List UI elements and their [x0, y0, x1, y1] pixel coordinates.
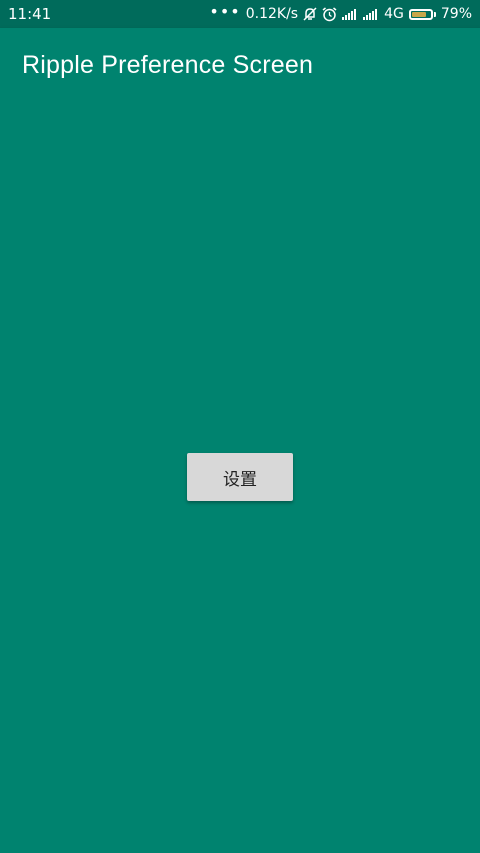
status-time: 11:41 — [8, 5, 52, 23]
battery-fill — [411, 11, 427, 17]
battery-tip — [433, 11, 436, 17]
app-bar: Ripple Preference Screen — [0, 28, 480, 102]
signal-icon — [342, 8, 358, 20]
mute-icon — [303, 7, 317, 21]
status-bar: 11:41 ••• 0.12K/s 4G 79% — [0, 0, 480, 28]
alarm-icon — [322, 6, 337, 22]
battery-body — [408, 8, 433, 20]
notification-dots-icon: ••• — [209, 2, 241, 21]
battery-icon — [408, 8, 436, 20]
page-title: Ripple Preference Screen — [22, 50, 314, 79]
status-icons: ••• 0.12K/s 4G 79% — [209, 2, 472, 23]
network-speed: 0.12K/s — [245, 6, 299, 22]
signal-icon — [363, 8, 379, 20]
battery-percent: 79% — [440, 6, 472, 22]
settings-button[interactable]: 设置 — [187, 453, 293, 501]
main-content: 设置 — [0, 102, 480, 853]
network-type: 4G — [384, 6, 404, 22]
